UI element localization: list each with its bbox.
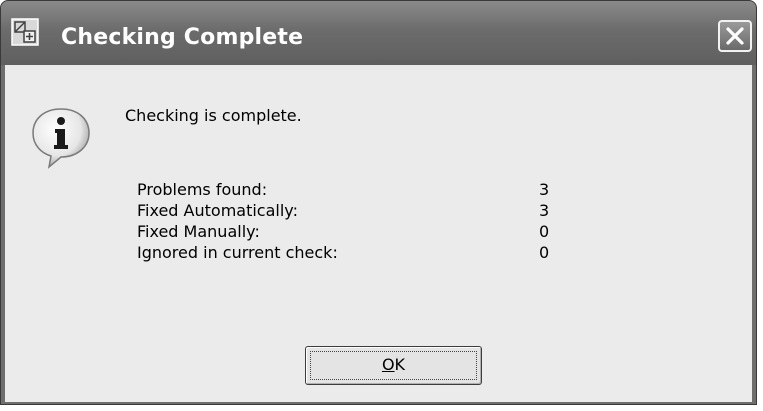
stat-label: Problems found: (137, 180, 268, 199)
stat-value: 3 (539, 180, 550, 199)
stat-label: Fixed Manually: (137, 222, 260, 241)
ok-button[interactable]: OK (305, 346, 482, 385)
dialog-window: Checking Complete Checking is complete. … (0, 0, 757, 405)
stat-value: 3 (539, 201, 550, 220)
ok-mnemonic: O (381, 355, 395, 374)
stat-row-problems-found: Problems found: 3 (137, 180, 557, 201)
stat-row-fixed-automatically: Fixed Automatically: 3 (137, 201, 557, 222)
ok-label-rest: K (394, 355, 406, 374)
results-list: Problems found: 3 Fixed Automatically: 3… (137, 180, 557, 264)
status-message: Checking is complete. (125, 106, 302, 125)
info-icon (29, 105, 93, 169)
title-bar[interactable]: Checking Complete (1, 1, 756, 65)
stat-value: 0 (539, 222, 550, 241)
dialog-body: Checking is complete. Problems found: 3 … (5, 65, 752, 402)
window-title: Checking Complete (61, 25, 304, 50)
stat-label: Fixed Automatically: (137, 201, 298, 220)
stat-label: Ignored in current check: (137, 243, 338, 262)
stat-row-fixed-manually: Fixed Manually: 0 (137, 222, 557, 243)
ok-button-label: OK (306, 355, 481, 374)
stat-row-ignored: Ignored in current check: 0 (137, 243, 557, 264)
close-button[interactable] (718, 20, 752, 52)
app-icon (11, 18, 39, 46)
stat-value: 0 (539, 243, 550, 262)
close-icon (726, 27, 744, 45)
